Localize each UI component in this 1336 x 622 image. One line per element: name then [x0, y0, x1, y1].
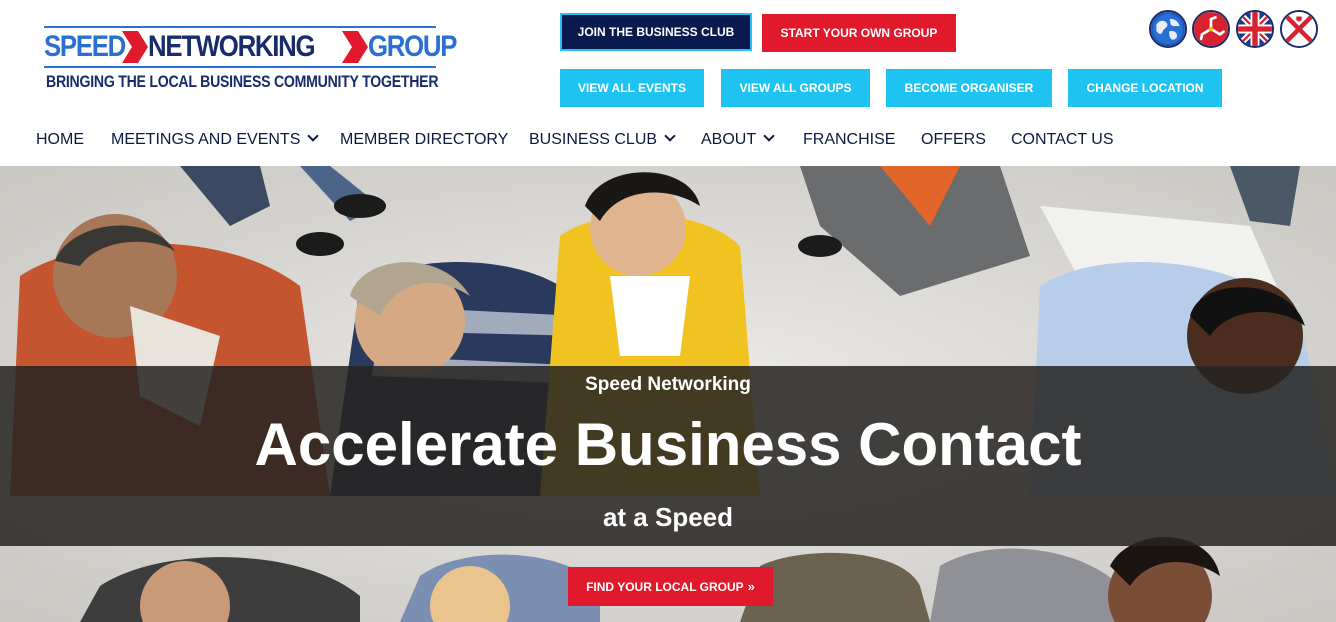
nav-item-franchise[interactable]: FRANCHISE — [803, 122, 895, 158]
chevron-down-icon — [664, 130, 676, 142]
double-chevron-right-icon: » — [747, 579, 755, 594]
nav-item-label: ABOUT — [701, 131, 757, 148]
hero-subtitle: Speed Networking — [585, 374, 751, 395]
chevron-down-icon — [763, 130, 775, 142]
view-all-events-button[interactable]: VIEW ALL EVENTS — [560, 69, 704, 107]
hero-title: Accelerate Business Contact — [254, 411, 1082, 478]
logo-tagline: BRINGING THE LOCAL BUSINESS COMMUNITY TO… — [46, 72, 439, 91]
find-local-group-button[interactable]: FIND YOUR LOCAL GROUP » — [568, 567, 773, 606]
nav-item-label: FRANCHISE — [803, 131, 896, 148]
jersey-flag-icon[interactable] — [1280, 10, 1318, 48]
nav-item-home[interactable]: HOME — [36, 122, 84, 158]
cta-label: FIND YOUR LOCAL GROUP — [586, 579, 744, 594]
nav-item-label: BUSINESS CLUB — [529, 131, 658, 148]
chevron-down-icon — [307, 130, 320, 142]
logo-word-networking: NETWORKING — [148, 30, 316, 63]
nav-item-label: OFFERS — [921, 131, 986, 148]
nav-item-meetings[interactable]: MEETINGS AND EVENTS — [111, 122, 320, 158]
site-logo[interactable]: SPEED NETWORKING GROUP BRINGING THE LOCA… — [44, 22, 457, 98]
nav-item-about[interactable]: ABOUT — [701, 122, 775, 158]
logo-bottom-rule — [44, 66, 436, 68]
view-all-groups-button[interactable]: VIEW ALL GROUPS — [721, 69, 870, 107]
become-organiser-button[interactable]: BECOME ORGANISER — [886, 69, 1052, 107]
nav-item-label: MEMBER DIRECTORY — [340, 131, 509, 148]
nav-item-label: MEETINGS AND EVENTS — [111, 131, 301, 148]
start-own-group-button[interactable]: START YOUR OWN GROUP — [762, 14, 956, 52]
nav-item-contact[interactable]: CONTACT US — [1011, 122, 1114, 158]
nav-item-business-club[interactable]: BUSINESS CLUB — [529, 122, 676, 158]
logo-arrow-icon — [342, 31, 368, 63]
nav-item-label: HOME — [36, 131, 84, 148]
logo-word-speed: SPEED — [44, 30, 126, 63]
isle-of-man-flag-icon[interactable] — [1192, 10, 1230, 48]
join-business-club-button[interactable]: JOIN THE BUSINESS CLUB — [560, 13, 752, 51]
uk-flag-icon[interactable] — [1236, 10, 1274, 48]
nav-item-member-directory[interactable]: MEMBER DIRECTORY — [340, 122, 508, 158]
change-location-button[interactable]: CHANGE LOCATION — [1068, 69, 1222, 107]
globe-icon[interactable] — [1149, 10, 1187, 48]
site-header: SPEED NETWORKING GROUP BRINGING THE LOCA… — [0, 0, 1336, 166]
hero-section: Speed Networking Accelerate Business Con… — [0, 166, 1336, 622]
logo-word-group: GROUP — [368, 30, 457, 63]
main-nav: HOME MEETINGS AND EVENTS MEMBER DIRECTOR… — [0, 122, 1336, 158]
nav-item-label: CONTACT US — [1011, 131, 1114, 148]
nav-item-offers[interactable]: OFFERS — [921, 122, 986, 158]
hero-tagline: at a Speed — [602, 502, 734, 532]
